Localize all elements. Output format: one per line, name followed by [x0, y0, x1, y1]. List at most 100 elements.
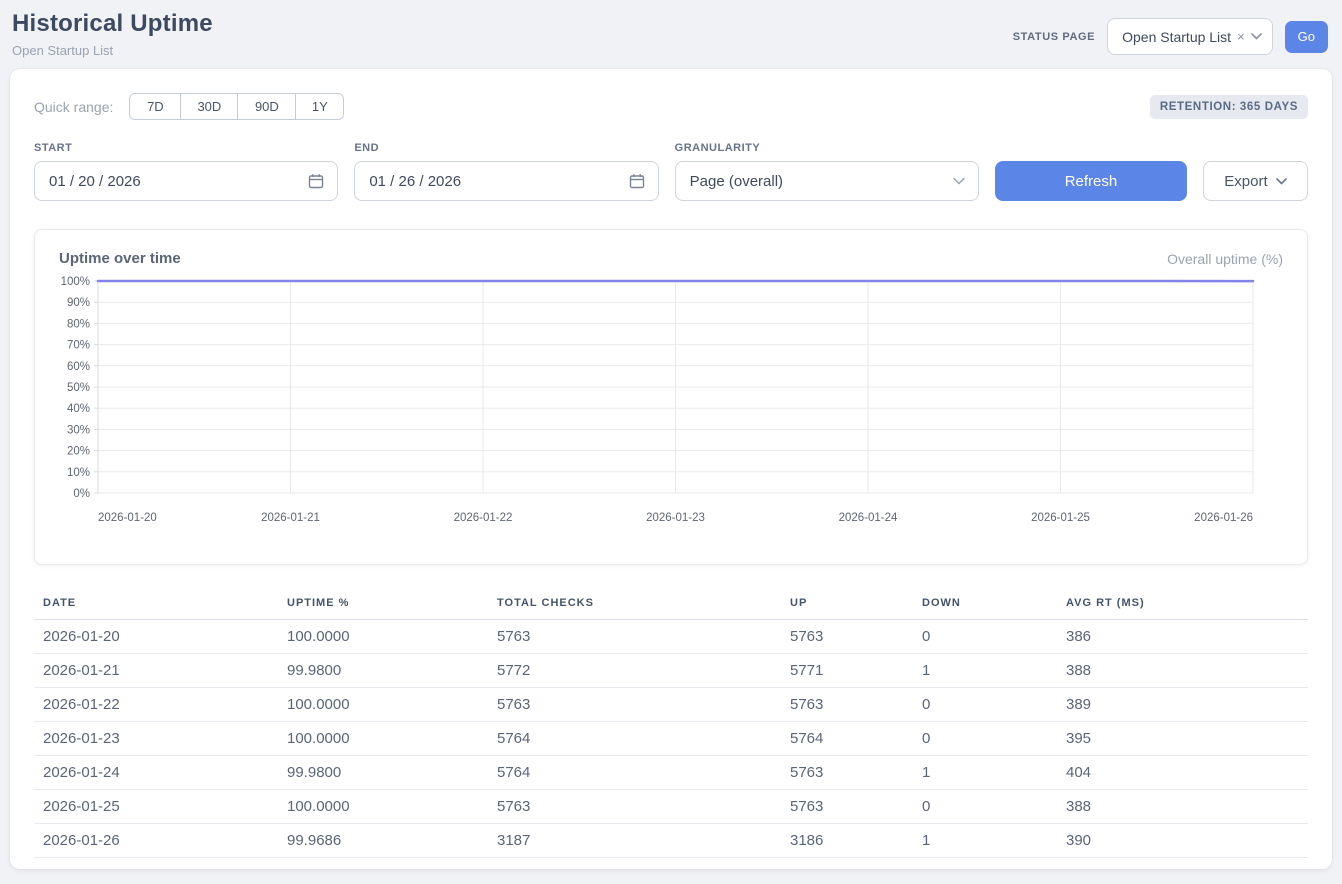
status-page-label: STATUS PAGE [1013, 31, 1095, 43]
go-button[interactable]: Go [1285, 21, 1328, 53]
table-cell: 2026-01-21 [34, 654, 278, 688]
quick-range-group: 7D 30D 90D 1Y [129, 93, 344, 120]
page-title: Historical Uptime [12, 10, 213, 38]
svg-text:20%: 20% [67, 446, 90, 458]
header-controls: STATUS PAGE Open Startup List × Go [1013, 18, 1328, 55]
export-button[interactable]: Export [1203, 161, 1308, 201]
svg-text:70%: 70% [67, 340, 90, 352]
uptime-chart-card: Uptime over time Overall uptime (%) 0%10… [34, 229, 1308, 565]
quick-range-30d-button[interactable]: 30D [180, 94, 237, 119]
table-cell: 5772 [488, 654, 781, 688]
table-cell: 389 [1057, 688, 1308, 722]
end-date-input[interactable]: 01 / 26 / 2026 [354, 161, 658, 201]
uptime-table: DATEUPTIME %TOTAL CHECKSUPDOWNAVG RT (MS… [34, 591, 1308, 858]
table-cell: 100.0000 [278, 620, 488, 654]
table-cell: 0 [913, 722, 1057, 756]
start-date-value: 01 / 20 / 2026 [49, 173, 141, 190]
granularity-value: Page (overall) [690, 173, 783, 190]
svg-text:50%: 50% [67, 382, 90, 394]
table-cell: 99.9686 [278, 824, 488, 858]
svg-text:100%: 100% [61, 276, 90, 288]
uptime-line-chart: 0%10%20%30%40%50%60%70%80%90%100%2026-01… [59, 273, 1283, 536]
title-block: Historical Uptime Open Startup List [12, 10, 213, 58]
calendar-icon[interactable] [308, 173, 324, 189]
table-cell: 1 [913, 654, 1057, 688]
table-cell: 5764 [781, 722, 913, 756]
page-subtitle: Open Startup List [12, 43, 213, 58]
svg-text:60%: 60% [67, 361, 90, 373]
svg-text:2026-01-21: 2026-01-21 [261, 512, 320, 524]
page-header: Historical Uptime Open Startup List STAT… [0, 0, 1342, 58]
table-cell: 5763 [488, 688, 781, 722]
end-label: END [354, 142, 658, 154]
table-cell: 5764 [488, 756, 781, 790]
status-page-select[interactable]: Open Startup List × [1107, 18, 1273, 55]
quick-range-label: Quick range: [34, 99, 113, 115]
quick-range-90d-button[interactable]: 90D [237, 94, 295, 119]
svg-text:80%: 80% [67, 318, 90, 330]
chevron-down-icon [953, 177, 965, 185]
column-header: TOTAL CHECKS [488, 591, 781, 620]
svg-text:2026-01-25: 2026-01-25 [1031, 512, 1090, 524]
table-cell: 388 [1057, 654, 1308, 688]
svg-text:2026-01-24: 2026-01-24 [839, 512, 898, 524]
granularity-field-wrap: GRANULARITY Page (overall) [675, 142, 979, 201]
table-row: 2026-01-2699.9686318731861390 [34, 824, 1308, 858]
table-cell: 3186 [781, 824, 913, 858]
calendar-icon[interactable] [629, 173, 645, 189]
table-cell: 2026-01-22 [34, 688, 278, 722]
table-cell: 5763 [781, 756, 913, 790]
table-cell: 100.0000 [278, 790, 488, 824]
granularity-select[interactable]: Page (overall) [675, 161, 979, 201]
svg-text:0%: 0% [73, 488, 90, 500]
chevron-down-icon [1251, 33, 1262, 40]
table-cell: 2026-01-26 [34, 824, 278, 858]
quick-range-1y-button[interactable]: 1Y [295, 94, 343, 119]
retention-badge: RETENTION: 365 DAYS [1150, 95, 1308, 119]
main-card: Quick range: 7D 30D 90D 1Y RETENTION: 36… [10, 69, 1332, 869]
svg-text:10%: 10% [67, 467, 90, 479]
column-header: UP [781, 591, 913, 620]
table-cell: 100.0000 [278, 722, 488, 756]
svg-text:2026-01-26: 2026-01-26 [1194, 512, 1253, 524]
table-row: 2026-01-20100.0000576357630386 [34, 620, 1308, 654]
table-cell: 5763 [781, 688, 913, 722]
table-cell: 5764 [488, 722, 781, 756]
table-cell: 395 [1057, 722, 1308, 756]
table-cell: 0 [913, 688, 1057, 722]
chart-legend: Overall uptime (%) [1167, 251, 1283, 267]
table-cell: 2026-01-25 [34, 790, 278, 824]
column-header: UPTIME % [278, 591, 488, 620]
table-cell: 2026-01-23 [34, 722, 278, 756]
table-cell: 5771 [781, 654, 913, 688]
filters-row: START 01 / 20 / 2026 END 01 / 26 / 2026 … [34, 142, 1308, 201]
column-header: AVG RT (MS) [1057, 591, 1308, 620]
table-cell: 0 [913, 620, 1057, 654]
table-row: 2026-01-22100.0000576357630389 [34, 688, 1308, 722]
table-cell: 1 [913, 756, 1057, 790]
table-cell: 388 [1057, 790, 1308, 824]
table-row: 2026-01-2199.9800577257711388 [34, 654, 1308, 688]
svg-text:30%: 30% [67, 424, 90, 436]
table-cell: 404 [1057, 756, 1308, 790]
table-cell: 99.9800 [278, 654, 488, 688]
quick-range-7d-button[interactable]: 7D [130, 94, 180, 119]
table-cell: 5763 [488, 790, 781, 824]
table-cell: 5763 [488, 620, 781, 654]
chevron-down-icon [1276, 178, 1287, 185]
quick-range-row: Quick range: 7D 30D 90D 1Y RETENTION: 36… [34, 93, 1308, 120]
table-cell: 386 [1057, 620, 1308, 654]
start-label: START [34, 142, 338, 154]
table-cell: 0 [913, 790, 1057, 824]
end-date-value: 01 / 26 / 2026 [369, 173, 461, 190]
table-cell: 5763 [781, 790, 913, 824]
table-row: 2026-01-25100.0000576357630388 [34, 790, 1308, 824]
table-cell: 1 [913, 824, 1057, 858]
svg-text:90%: 90% [67, 297, 90, 309]
svg-text:2026-01-23: 2026-01-23 [646, 512, 705, 524]
table-cell: 390 [1057, 824, 1308, 858]
start-date-input[interactable]: 01 / 20 / 2026 [34, 161, 338, 201]
refresh-button[interactable]: Refresh [995, 161, 1187, 201]
end-date-field-wrap: END 01 / 26 / 2026 [354, 142, 658, 201]
clear-selection-icon[interactable]: × [1237, 30, 1245, 43]
